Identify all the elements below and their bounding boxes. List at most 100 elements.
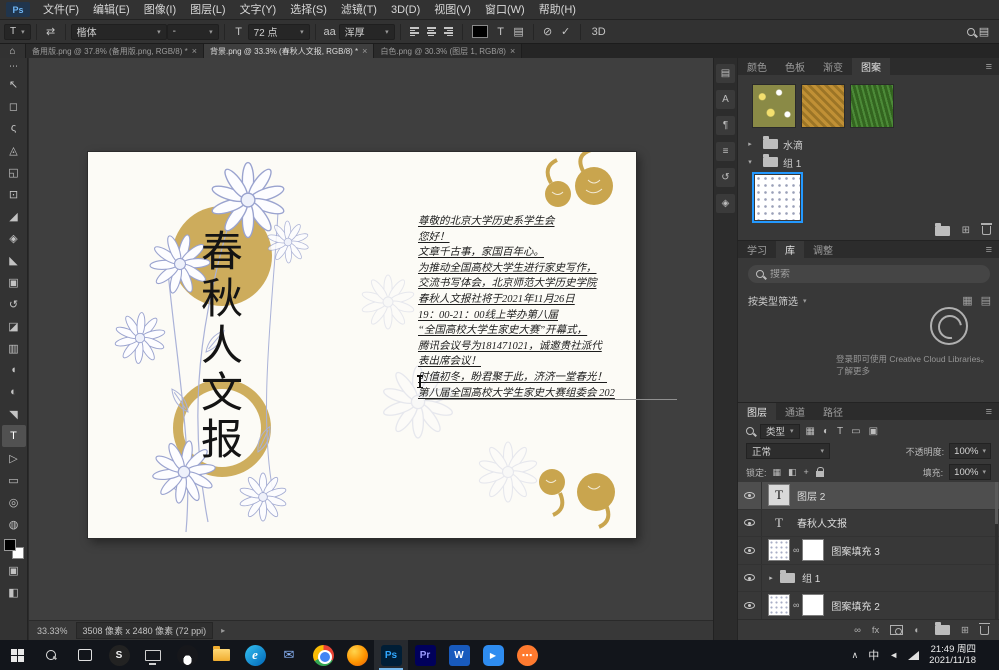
- taskbar-edge[interactable]: e: [238, 640, 272, 670]
- tool-heal[interactable]: ◈: [2, 227, 26, 249]
- visibility-cell[interactable]: [738, 482, 762, 509]
- filter-adjustment-icon[interactable]: ◐: [823, 426, 829, 437]
- swatches-panel-icon[interactable]: ◈: [716, 194, 735, 213]
- tool-zoom[interactable]: ◍: [2, 513, 26, 535]
- eye-icon[interactable]: [744, 574, 755, 581]
- link-layers-icon[interactable]: ∞: [854, 625, 861, 636]
- layer-row-group1[interactable]: ▸ 组 1: [738, 565, 999, 593]
- eye-icon[interactable]: [744, 602, 755, 609]
- mask-link-icon[interactable]: ∞: [793, 600, 799, 610]
- tab-libraries[interactable]: 库: [776, 241, 804, 258]
- taskbar-word[interactable]: W: [442, 640, 476, 670]
- history-panel-icon[interactable]: ↺: [716, 168, 735, 187]
- taskbar-photoshop-active[interactable]: Ps: [374, 640, 408, 670]
- layer-effects-icon[interactable]: fx: [872, 625, 879, 636]
- layer-row-text2[interactable]: T 图层 2: [738, 482, 999, 510]
- lock-position-icon[interactable]: +: [804, 467, 809, 477]
- blend-mode-select[interactable]: 正常 ▾: [746, 443, 830, 459]
- cc-signin-text[interactable]: 登录即可使用 Creative Cloud Libraries。了解更多: [836, 353, 993, 377]
- properties-panel-icon[interactable]: ▤: [716, 64, 735, 83]
- menu-file[interactable]: 文件(F): [36, 0, 86, 20]
- visibility-cell[interactable]: [738, 510, 762, 537]
- zoom-level[interactable]: 33.33%: [37, 626, 68, 636]
- tool-frame[interactable]: ⊡: [2, 183, 26, 205]
- tool-history-brush[interactable]: ↺: [2, 293, 26, 315]
- new-group-icon[interactable]: [935, 625, 950, 635]
- search-icon[interactable]: [967, 28, 975, 36]
- text-layer-thumbnail[interactable]: T: [768, 484, 790, 506]
- text-orientation-icon[interactable]: ⇄: [42, 25, 60, 38]
- canvas-area[interactable]: 春 秋 人 文 报 尊敬的北京大学历史系学生会 您好！ 文章千古事，家国百年心。…: [29, 58, 713, 620]
- layer-name[interactable]: 图案填充 2: [831, 598, 879, 613]
- task-view-button[interactable]: [68, 640, 102, 670]
- tool-lasso[interactable]: ς: [2, 117, 26, 139]
- search-input[interactable]: [770, 269, 970, 280]
- status-options-icon[interactable]: ▸: [221, 626, 225, 635]
- menu-view[interactable]: 视图(V): [427, 0, 478, 20]
- chevron-down-icon[interactable]: ▾: [746, 158, 754, 166]
- delete-icon[interactable]: [982, 226, 991, 235]
- taskbar-chrome[interactable]: [306, 640, 340, 670]
- commit-edit-icon[interactable]: ✓: [557, 25, 575, 38]
- pattern-folder-water[interactable]: ▸ 水滴: [746, 136, 991, 152]
- visibility-cell[interactable]: [738, 565, 762, 592]
- document-page[interactable]: 春 秋 人 文 报 尊敬的北京大学历史系学生会 您好！ 文章千古事，家国百年心。…: [88, 152, 636, 538]
- grid-view-icon[interactable]: ▦: [962, 294, 972, 307]
- eye-icon[interactable]: [744, 547, 755, 554]
- tab-swatches[interactable]: 色板: [776, 58, 814, 75]
- tool-pen[interactable]: ◥: [2, 403, 26, 425]
- tool-crop[interactable]: ◱: [2, 161, 26, 183]
- eye-icon[interactable]: [744, 492, 755, 499]
- align-right-icon[interactable]: [442, 26, 455, 37]
- tool-marquee[interactable]: ◻: [2, 95, 26, 117]
- chevron-down-icon[interactable]: ▾: [803, 297, 807, 305]
- tool-type-active[interactable]: T: [2, 425, 26, 447]
- tab-learn[interactable]: 学习: [738, 241, 776, 258]
- font-size-select[interactable]: 72 点 ▾: [248, 24, 310, 40]
- tool-dodge[interactable]: ◐: [2, 381, 26, 403]
- close-icon[interactable]: ×: [362, 46, 367, 56]
- layer-mask-thumbnail[interactable]: [802, 594, 824, 616]
- doc-tab-2-active[interactable]: 背景.png @ 33.3% (春秋人文报, RGB/8) * ×: [204, 44, 374, 58]
- tool-path-select[interactable]: ▷: [2, 447, 26, 469]
- chevron-right-icon[interactable]: ▸: [746, 140, 754, 148]
- lock-pixels-icon[interactable]: ◧: [788, 467, 797, 478]
- menu-select[interactable]: 选择(S): [283, 0, 334, 20]
- list-view-icon[interactable]: ▤: [981, 294, 991, 307]
- libraries-search-box[interactable]: [748, 265, 990, 283]
- tool-eraser[interactable]: ◪: [2, 315, 26, 337]
- tab-paths[interactable]: 路径: [814, 403, 852, 420]
- doc-tab-3[interactable]: 白色.png @ 30.3% (图层 1, RGB/8) ×: [374, 44, 522, 58]
- filter-smart-icon[interactable]: ▣: [869, 426, 878, 437]
- tool-clone-stamp[interactable]: ▣: [2, 271, 26, 293]
- lock-all-icon[interactable]: [816, 471, 824, 477]
- foreground-color-swatch[interactable]: [4, 539, 16, 551]
- panel-menu-icon[interactable]: ≡: [979, 403, 999, 420]
- volume-icon[interactable]: ◄: [889, 650, 898, 660]
- toggle-panels-icon[interactable]: ▤: [510, 25, 528, 38]
- align-left-icon[interactable]: [408, 26, 421, 37]
- filter-type-select[interactable]: 类型 ▾: [760, 424, 800, 439]
- opacity-field[interactable]: 100% ▾: [949, 443, 991, 459]
- screen-mode-icon[interactable]: ◧: [2, 581, 26, 603]
- tab-adjustments[interactable]: 调整: [804, 241, 842, 258]
- new-layer-icon[interactable]: ⊞: [961, 625, 969, 636]
- tool-move[interactable]: ↖: [2, 73, 26, 95]
- pattern-fill-thumbnail[interactable]: [768, 594, 790, 616]
- tool-shape[interactable]: ▭: [2, 469, 26, 491]
- new-pattern-icon[interactable]: ⊞: [962, 225, 970, 236]
- font-family-select[interactable]: 楷体 ▾: [71, 24, 167, 40]
- foreground-background-swatches[interactable]: [4, 539, 24, 559]
- new-group-icon[interactable]: [935, 226, 950, 236]
- menu-edit[interactable]: 编辑(E): [86, 0, 137, 20]
- align-center-icon[interactable]: [425, 26, 438, 37]
- tool-quick-select[interactable]: ◬: [2, 139, 26, 161]
- tab-color[interactable]: 颜色: [738, 58, 776, 75]
- layer-name[interactable]: 组 1: [802, 570, 820, 585]
- filter-pixel-icon[interactable]: ▦: [806, 426, 815, 437]
- visibility-cell[interactable]: [738, 592, 762, 619]
- tab-gradients[interactable]: 渐变: [814, 58, 852, 75]
- panel-menu-icon[interactable]: ≡: [979, 241, 999, 258]
- taskbar-meeting[interactable]: ▶: [476, 640, 510, 670]
- filter-shape-icon[interactable]: ▭: [851, 426, 860, 437]
